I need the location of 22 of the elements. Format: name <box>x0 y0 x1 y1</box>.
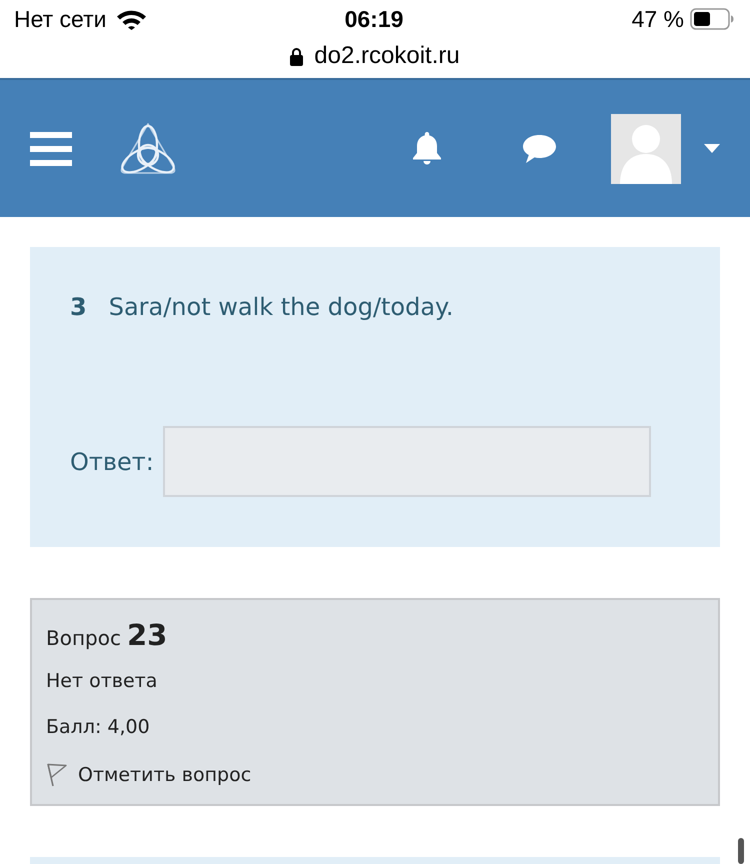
item-number: 3 <box>70 292 87 323</box>
knot-logo-icon[interactable] <box>119 120 177 176</box>
question-label: Вопрос <box>46 625 121 652</box>
battery-icon <box>690 8 734 30</box>
url-text[interactable]: do2.rcokoit.ru <box>314 38 460 74</box>
flag-question-link[interactable]: Отметить вопрос <box>78 760 252 790</box>
question-text: Sara/not walk the dog/today. <box>108 292 454 323</box>
answer-field[interactable] <box>162 426 651 497</box>
menu-icon[interactable] <box>30 132 72 166</box>
bell-icon[interactable] <box>411 132 443 166</box>
grade-text: Балл: 4,00 <box>46 714 150 740</box>
clock-time: 06:19 <box>344 4 404 34</box>
wifi-icon <box>116 8 148 30</box>
answer-status: Нет ответа <box>46 668 158 694</box>
scrollbar-thumb <box>738 838 744 864</box>
network-status: Нет сети <box>14 4 106 34</box>
answer-label: Ответ: <box>70 446 154 478</box>
speech-bubble-icon[interactable] <box>522 134 557 164</box>
question-number: 23 <box>126 617 168 654</box>
lock-icon <box>290 46 304 66</box>
battery-percentage: 47 % <box>632 4 684 34</box>
caret-icon[interactable] <box>704 144 720 153</box>
